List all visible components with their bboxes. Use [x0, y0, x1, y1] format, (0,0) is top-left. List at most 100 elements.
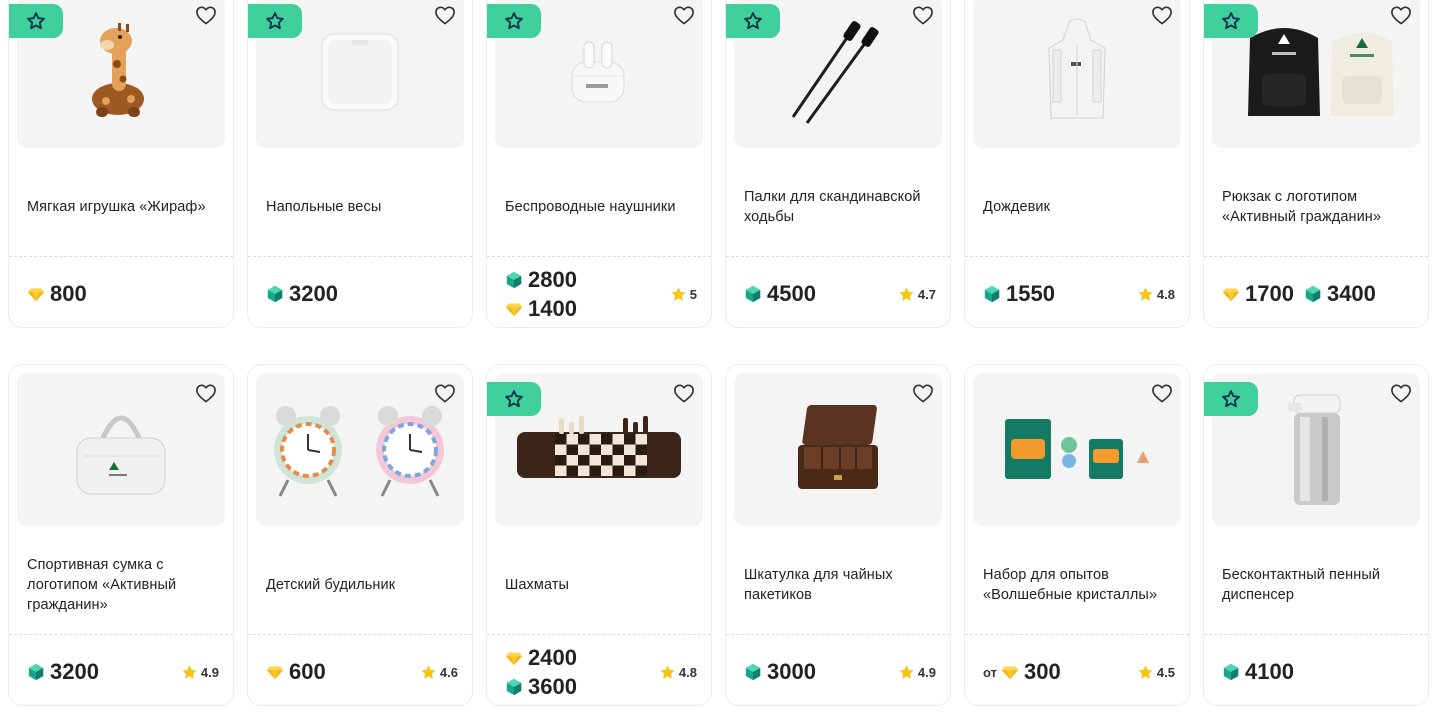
product-card[interactable]: Спортивная сумка с логотипом «Активный г…	[8, 364, 234, 706]
product-card[interactable]: Беспроводные наушники 2800 1400 5	[486, 0, 712, 328]
diamond-icon	[1222, 285, 1240, 303]
product-title[interactable]: Рюкзак с логотипом «Активный гражданин»	[1222, 157, 1414, 257]
product-title[interactable]: Детский будильник	[266, 535, 458, 635]
product-title[interactable]: Беспроводные наушники	[505, 157, 697, 257]
rating-value: 4.9	[200, 664, 219, 680]
heart-icon[interactable]	[1151, 5, 1173, 25]
diamond-icon	[505, 300, 523, 318]
heart-icon[interactable]	[434, 5, 456, 25]
divider	[487, 634, 711, 635]
rating: 4.9	[898, 664, 936, 681]
product-card[interactable]: Палки для скандинавской ходьбы 4500 4.7	[725, 0, 951, 328]
product-title[interactable]: Набор для опытов «Волшебные кристаллы»	[983, 535, 1175, 635]
product-title[interactable]: Спортивная сумка с логотипом «Активный г…	[27, 535, 219, 635]
price: 3400	[1304, 281, 1376, 307]
price-list: 4500	[744, 281, 816, 307]
product-card[interactable]: Рюкзак с логотипом «Активный гражданин» 1…	[1203, 0, 1429, 328]
rating: 4.7	[898, 286, 936, 303]
product-image[interactable]	[973, 0, 1181, 148]
price: 3200	[266, 281, 338, 307]
heart-icon[interactable]	[673, 383, 695, 403]
product-title[interactable]: Шахматы	[505, 535, 697, 635]
product-title[interactable]: Мягкая игрушка «Жираф»	[27, 157, 219, 257]
price-value: 600	[289, 659, 326, 684]
price-area: от 300 4.5	[983, 641, 1175, 703]
heart-icon[interactable]	[1390, 5, 1412, 25]
price: 800	[27, 281, 87, 307]
price-list: 2800 1400	[505, 267, 577, 322]
crystal-icon	[983, 285, 1001, 303]
crystal-icon	[266, 285, 284, 303]
heart-icon[interactable]	[434, 383, 456, 403]
product-card[interactable]: Напольные весы 3200	[247, 0, 473, 328]
star-icon	[898, 664, 915, 681]
price: 2800	[505, 267, 577, 293]
price-area: 2400 3600 4.8	[505, 641, 697, 703]
divider	[1204, 256, 1428, 257]
price: 3600	[505, 674, 577, 700]
price-value: 4100	[1245, 659, 1294, 684]
price-area: 600 4.6	[266, 641, 458, 703]
star-outline-icon	[487, 382, 541, 416]
price-value: 2400	[528, 644, 577, 670]
crystal-icon	[27, 663, 45, 681]
price: 3000	[744, 659, 816, 685]
price-area: 4100	[1222, 641, 1414, 703]
price: 1400	[505, 296, 577, 322]
product-title[interactable]: Палки для скандинавской ходьбы	[744, 157, 936, 257]
price-value: 300	[1023, 659, 1061, 684]
divider	[726, 256, 950, 257]
price: 2400	[505, 645, 577, 671]
product-title[interactable]: Дождевик	[983, 157, 1175, 257]
rating: 4.8	[659, 664, 697, 681]
price-list: 3000	[744, 659, 816, 685]
product-card[interactable]: Детский будильник 600 4.6	[247, 364, 473, 706]
price-value: 3200	[289, 281, 338, 306]
divider	[1204, 634, 1428, 635]
heart-icon[interactable]	[1390, 383, 1412, 403]
price-list: 300	[1001, 659, 1061, 685]
product-grid: Мягкая игрушка «Жираф» 800 Напольные весы 3…	[8, 0, 1429, 706]
product-card[interactable]: Шкатулка для чайных пакетиков 3000 4.9	[725, 364, 951, 706]
rating-value: 4.7	[917, 286, 936, 302]
price: 1550	[983, 281, 1055, 307]
product-title[interactable]: Бесконтактный пенный диспенсер	[1222, 535, 1414, 635]
heart-icon[interactable]	[195, 383, 217, 403]
product-card[interactable]: Шахматы 2400 3600 4.8	[486, 364, 712, 706]
product-image[interactable]	[256, 373, 464, 526]
price-value: 1700	[1245, 281, 1294, 306]
price-value: 2800	[528, 266, 577, 292]
price-area: 3200 4.9	[27, 641, 219, 703]
heart-icon[interactable]	[912, 383, 934, 403]
heart-icon[interactable]	[195, 5, 217, 25]
price: 4100	[1222, 659, 1294, 685]
star-outline-icon	[9, 4, 63, 38]
price-value: 4500	[767, 281, 816, 306]
diamond-icon	[266, 663, 284, 681]
product-title[interactable]: Шкатулка для чайных пакетиков	[744, 535, 936, 635]
product-card[interactable]: Дождевик 1550 4.8	[964, 0, 1190, 328]
price-value: 1550	[1006, 281, 1055, 306]
price-value: 1400	[528, 295, 577, 321]
rating-value: 4.9	[917, 664, 936, 680]
divider	[248, 634, 472, 635]
heart-icon[interactable]	[1151, 383, 1173, 403]
price: 1700	[1222, 281, 1294, 307]
heart-icon[interactable]	[912, 5, 934, 25]
product-card[interactable]: Набор для опытов «Волшебные кристаллы» от…	[964, 364, 1190, 706]
divider	[965, 634, 1189, 635]
price-list: 4100	[1222, 659, 1294, 685]
product-card[interactable]: Бесконтактный пенный диспенсер 4100	[1203, 364, 1429, 706]
product-image[interactable]	[734, 373, 942, 526]
product-image[interactable]	[973, 373, 1181, 526]
star-icon	[659, 664, 676, 681]
divider	[9, 634, 233, 635]
product-card[interactable]: Мягкая игрушка «Жираф» 800	[8, 0, 234, 328]
price-value: 800	[50, 281, 87, 306]
product-image[interactable]	[17, 373, 225, 526]
product-title[interactable]: Напольные весы	[266, 157, 458, 257]
price: 300	[1001, 659, 1061, 685]
star-outline-icon	[487, 4, 541, 38]
heart-icon[interactable]	[673, 5, 695, 25]
rating-value: 4.8	[678, 664, 697, 680]
